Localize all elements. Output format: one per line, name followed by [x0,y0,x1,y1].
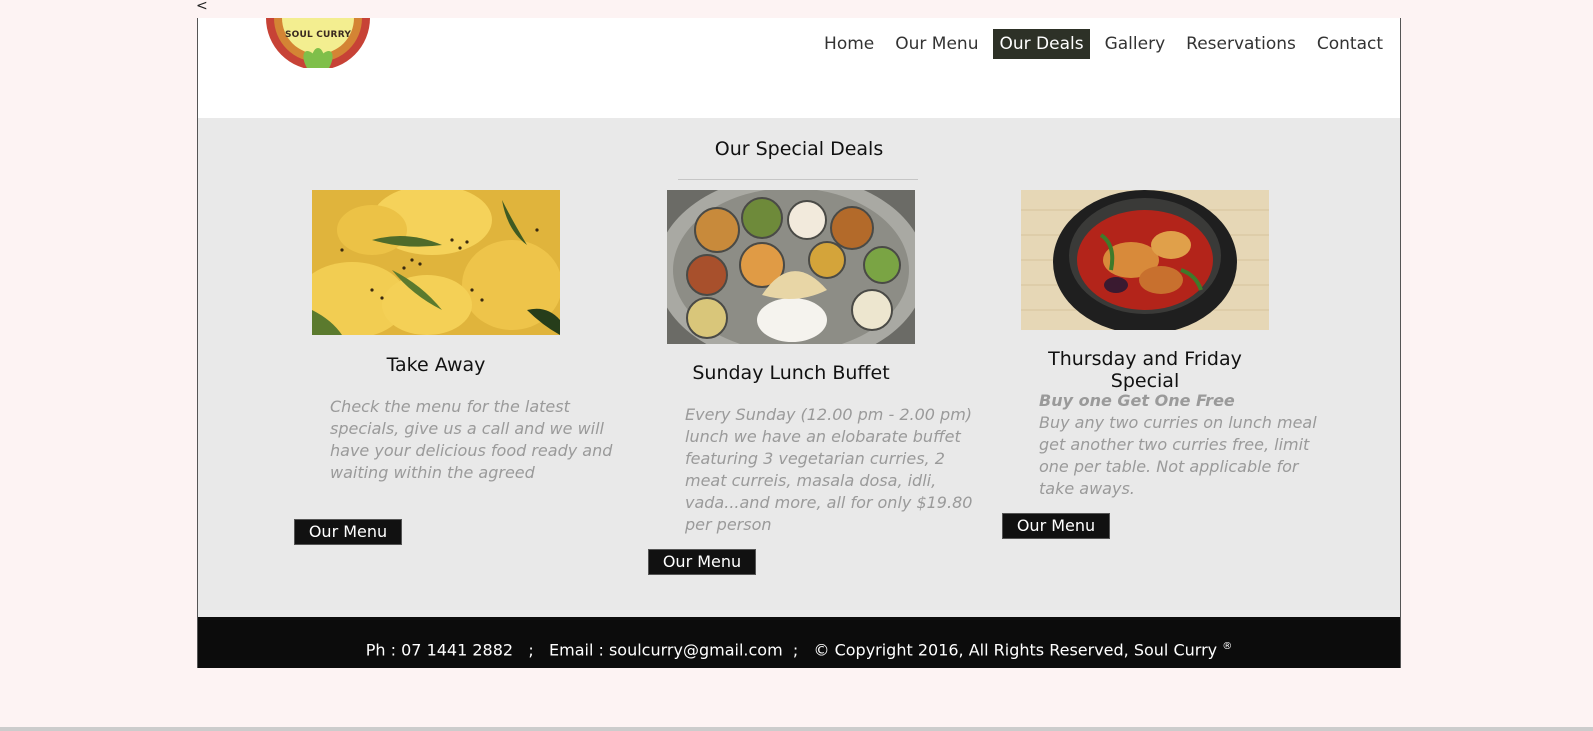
card-text-sunday-buffet: Every Sunday (12.00 pm - 2.00 pm) lunch … [685,405,973,534]
bogo-highlight: Buy one Get One Free [1039,391,1235,410]
main-nav: Home Our Menu Our Deals Gallery Reservat… [809,29,1389,59]
footer-copyright: © Copyright 2016, All Rights Reserved, S… [813,640,1218,660]
card-text-thursday-friday: Buy one Get One Free Buy any two curries… [1039,390,1329,500]
fish-curry-image [1021,190,1269,330]
back-arrow[interactable]: < [196,0,208,14]
footer-separator: ; [528,640,534,660]
dhokla-image [312,190,560,335]
footer: Ph : 07 1441 2882 ; Email : soulcurry@gm… [198,617,1400,668]
nav-our-deals[interactable]: Our Deals [993,29,1090,59]
nav-contact[interactable]: Contact [1311,29,1389,59]
take-away-menu-button[interactable]: Our Menu [294,519,402,545]
nav-gallery[interactable]: Gallery [1099,29,1172,59]
footer-email[interactable]: Email : soulcurry@gmail.com [549,640,783,659]
bottom-scrollbar[interactable] [0,727,1593,731]
logo[interactable]: SOUL CURRY [266,18,370,68]
deals-section: Our Special Deals Take Away Check the me… [198,118,1400,618]
nav-our-menu[interactable]: Our Menu [889,29,984,59]
bogo-description: Buy any two curries on lunch meal get an… [1039,413,1317,498]
thali-image [667,190,915,344]
nav-reservations[interactable]: Reservations [1180,29,1302,59]
site-container: SOUL CURRY Home Our Menu Our Deals Galle… [197,18,1401,668]
registered-mark: ® [1222,641,1233,652]
card-title-take-away: Take Away [386,354,486,376]
card-text-take-away: Check the menu for the latest specials, … [330,397,613,482]
sunday-buffet-menu-button[interactable]: Our Menu [648,549,756,575]
footer-phone: Ph : 07 1441 2882 [365,640,514,660]
page-title: Our Special Deals [714,138,884,160]
card-title-thursday-friday: Thursday and Friday Special [1048,348,1242,392]
footer-separator: ; [792,640,799,660]
logo-text: SOUL CURRY [284,30,352,40]
title-divider [678,179,918,180]
card-title-sunday-buffet: Sunday Lunch Buffet [692,362,890,384]
thursday-friday-menu-button[interactable]: Our Menu [1002,513,1110,539]
nav-home[interactable]: Home [818,29,880,59]
